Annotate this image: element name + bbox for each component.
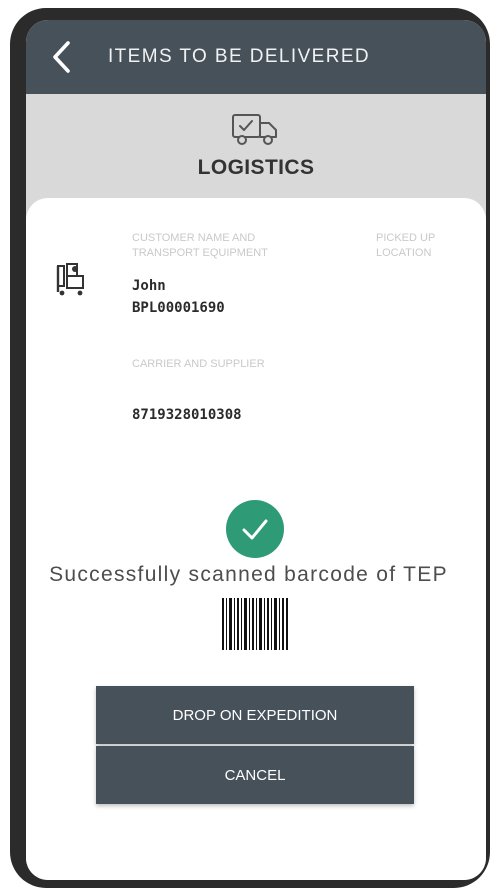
equipment-id: BPL00001690 xyxy=(132,300,225,316)
success-message: Successfully scanned barcode of TEP xyxy=(49,563,448,586)
customer-label-line1: CUSTOMER NAME AND xyxy=(132,232,256,244)
delivery-truck-icon xyxy=(232,114,277,145)
page-title: ITEMS TO BE DELIVERED xyxy=(108,46,371,67)
customer-label-line2: TRANSPORT EQUIPMENT xyxy=(132,247,268,259)
trolley-icon xyxy=(56,263,84,296)
carrier-label: CARRIER AND SUPPLIER xyxy=(132,358,265,370)
back-button[interactable] xyxy=(44,37,78,77)
picked-label-line1: PICKED UP xyxy=(376,232,436,244)
customer-name: John xyxy=(132,278,166,294)
phone-frame: ITEMS TO BE DELIVERED LOGISTICS CUSTOMER xyxy=(0,0,497,892)
cancel-button[interactable]: CANCEL xyxy=(96,746,414,804)
app-screen: ITEMS TO BE DELIVERED LOGISTICS CUSTOMER xyxy=(26,20,486,880)
picked-up-label: PICKED UP LOCATION xyxy=(376,231,476,261)
barcode-icon xyxy=(222,598,288,650)
app-header: ITEMS TO BE DELIVERED xyxy=(26,20,486,94)
section-title: LOGISTICS xyxy=(197,156,315,179)
picked-label-line2: LOCATION xyxy=(376,247,432,259)
customer-label: CUSTOMER NAME AND TRANSPORT EQUIPMENT xyxy=(132,231,332,261)
chevron-left-icon xyxy=(53,41,70,73)
check-circle-icon xyxy=(226,500,284,558)
carrier-value: 8719328010308 xyxy=(132,407,242,423)
checkmark-icon xyxy=(242,519,268,540)
drop-on-expedition-button[interactable]: DROP ON EXPEDITION xyxy=(96,686,414,744)
